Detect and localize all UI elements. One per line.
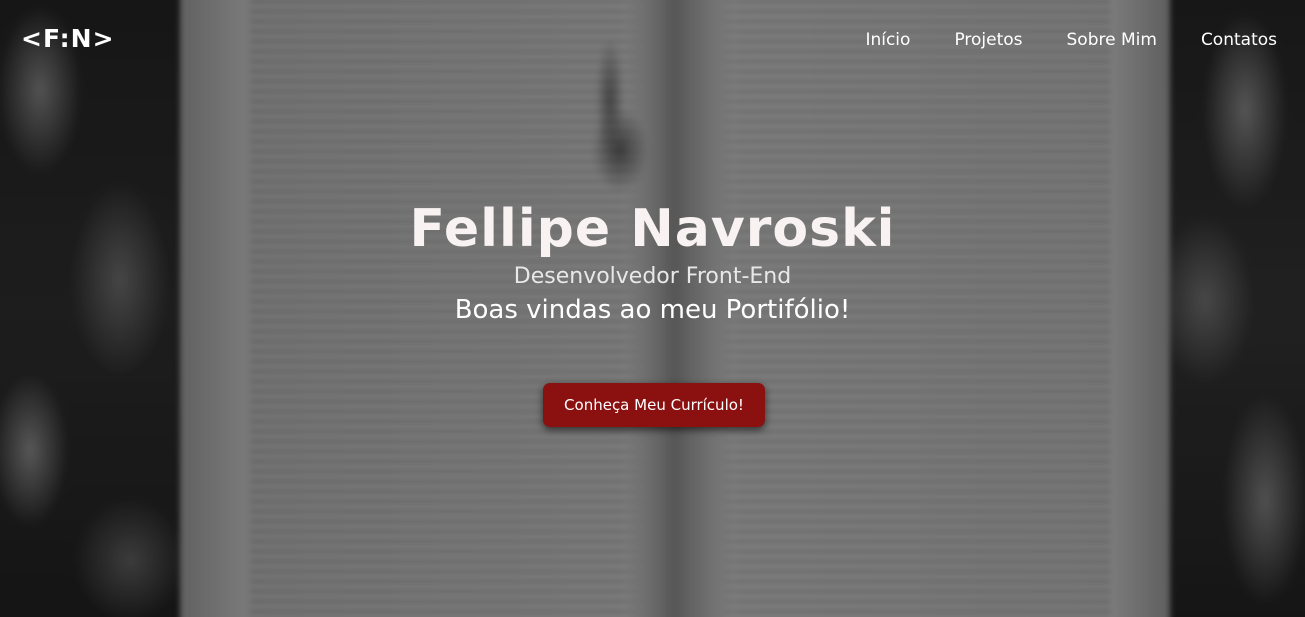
hero-name: Fellipe Navroski bbox=[409, 199, 896, 259]
resume-button[interactable]: Conheça Meu Currículo! bbox=[543, 383, 765, 427]
nav-link-sobre-mim[interactable]: Sobre Mim bbox=[1067, 29, 1157, 51]
hero-content: Fellipe Navroski Desenvolvedor Front-End… bbox=[0, 196, 1305, 328]
hero-welcome: Boas vindas ao meu Portifólio! bbox=[454, 295, 851, 325]
nav-link-contatos[interactable]: Contatos bbox=[1201, 29, 1277, 51]
nav-link-projetos[interactable]: Projetos bbox=[954, 29, 1022, 51]
nav-link-inicio[interactable]: Início bbox=[865, 29, 910, 51]
logo[interactable]: <F:N> bbox=[21, 26, 115, 52]
hero-role: Desenvolvedor Front-End bbox=[513, 264, 792, 289]
cta-container: Conheça Meu Currículo! bbox=[0, 383, 1305, 427]
navbar: <F:N> Início Projetos Sobre Mim Contatos bbox=[0, 0, 1305, 80]
main-menu: Início Projetos Sobre Mim Contatos bbox=[865, 29, 1277, 51]
hero-section: <F:N> Início Projetos Sobre Mim Contatos… bbox=[0, 0, 1305, 617]
